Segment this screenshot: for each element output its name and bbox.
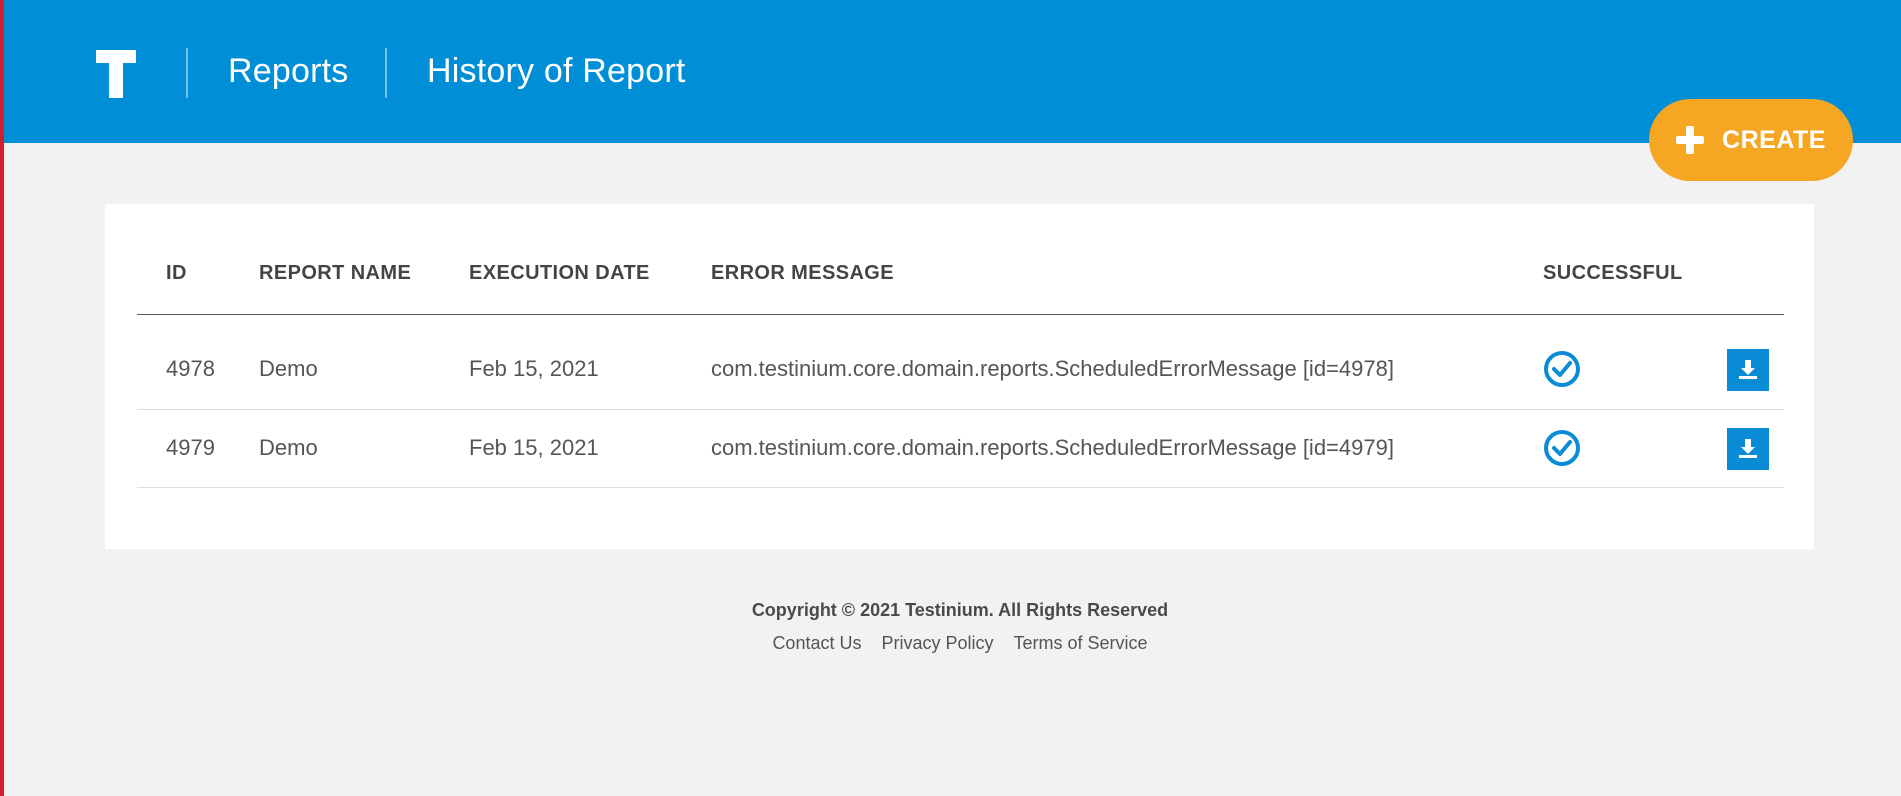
cell-error-message: com.testinium.core.domain.reports.Schedu… [711, 435, 1394, 460]
create-button[interactable]: CREATE [1649, 99, 1853, 181]
privacy-policy-link[interactable]: Privacy Policy [881, 633, 993, 654]
download-icon [1739, 439, 1757, 458]
footer-links: Contact Us Privacy Policy Terms of Servi… [0, 633, 1901, 654]
cell-execution-date: Feb 15, 2021 [469, 356, 599, 381]
page-title: History of Report [427, 52, 686, 90]
column-header-error-message[interactable]: ERROR MESSAGE [711, 262, 894, 285]
download-button[interactable] [1727, 428, 1769, 470]
cell-report-name: Demo [259, 356, 318, 381]
cell-report-name: Demo [259, 435, 318, 460]
column-header-report-name[interactable]: REPORT NAME [259, 262, 411, 285]
breadcrumb-reports[interactable]: Reports [228, 52, 348, 91]
download-button[interactable] [1727, 349, 1769, 391]
terms-of-service-link[interactable]: Terms of Service [1014, 633, 1148, 654]
row-divider [137, 487, 1784, 488]
cell-error-message: com.testinium.core.domain.reports.Schedu… [711, 356, 1394, 381]
row-divider [137, 409, 1784, 410]
plus-icon [1676, 126, 1705, 154]
breadcrumb-separator [385, 48, 387, 98]
column-header-successful[interactable]: SUCCESSFUL [1543, 262, 1683, 285]
breadcrumb-separator [186, 48, 188, 98]
check-circle-icon [1544, 430, 1580, 466]
column-header-id[interactable]: ID [166, 262, 187, 285]
cell-id: 4978 [166, 356, 215, 381]
contact-us-link[interactable]: Contact Us [772, 633, 861, 654]
download-icon [1739, 360, 1757, 379]
top-header: Reports History of Report [4, 0, 1901, 143]
copyright-text: Copyright © 2021 Testinium. All Rights R… [751, 600, 1169, 620]
logo-icon[interactable] [96, 50, 136, 98]
cell-id: 4979 [166, 435, 215, 460]
table-header-divider [137, 314, 1784, 315]
column-header-execution-date[interactable]: EXECUTION DATE [469, 262, 650, 285]
create-button-label: CREATE [1722, 125, 1826, 154]
cell-execution-date: Feb 15, 2021 [469, 435, 599, 460]
check-circle-icon [1544, 351, 1580, 387]
